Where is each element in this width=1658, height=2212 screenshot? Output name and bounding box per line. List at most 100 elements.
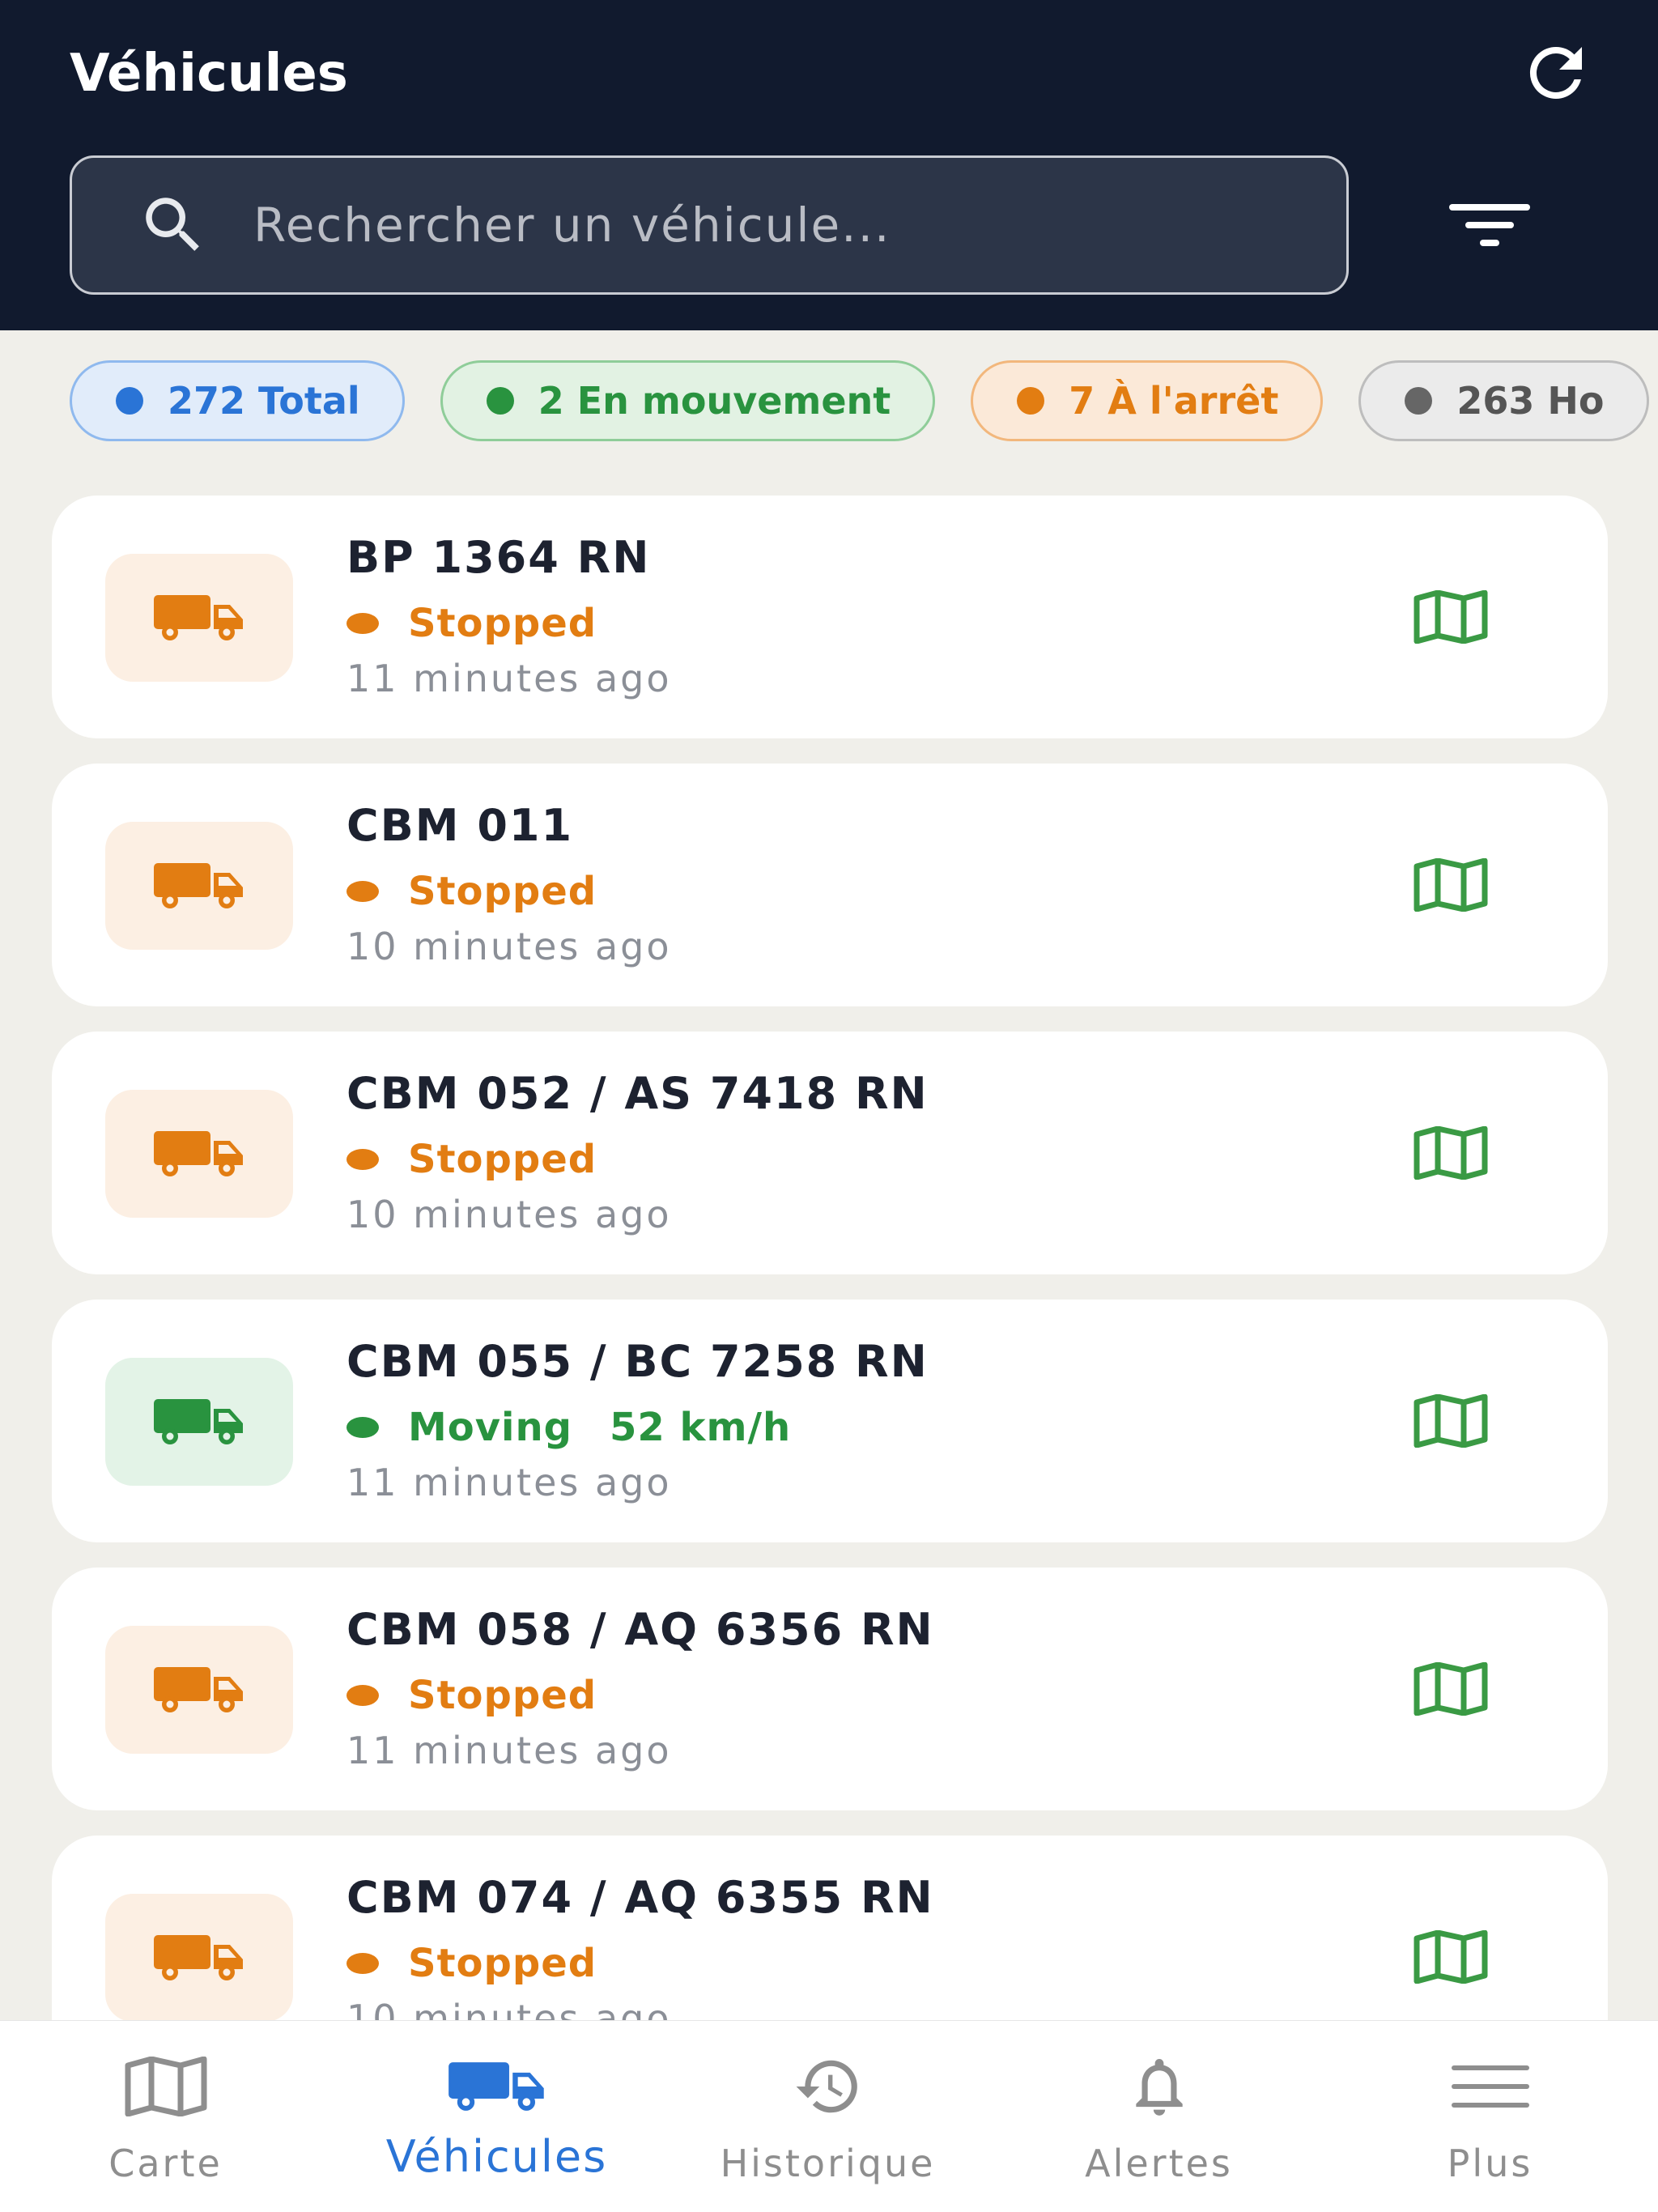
vehicle-card[interactable]: CBM 058 / AQ 6356 RN Stopped 11 minutes … — [52, 1568, 1608, 1810]
nav-item-carte[interactable]: Carte — [0, 2021, 331, 2212]
chip-offline[interactable]: 263 Ho — [1358, 360, 1649, 441]
map-icon — [1414, 858, 1488, 912]
vehicle-icon-box — [105, 822, 293, 950]
show-on-map-button[interactable] — [1402, 580, 1499, 654]
map-icon — [1414, 1394, 1488, 1448]
show-on-map-button[interactable] — [1402, 1652, 1499, 1726]
nav-label: Véhicules — [385, 2131, 608, 2182]
vehicle-card[interactable]: CBM 011 Stopped 10 minutes ago — [52, 764, 1608, 1006]
map-icon — [1414, 590, 1488, 644]
last-update-time: 11 minutes ago — [346, 1729, 672, 1772]
chip-stopped[interactable]: 7 À l'arrêt — [971, 360, 1324, 441]
show-on-map-button[interactable] — [1402, 1920, 1499, 1994]
last-update-time: 11 minutes ago — [346, 1461, 672, 1504]
map-icon — [1414, 1662, 1488, 1716]
last-update-time: 10 minutes ago — [346, 1997, 672, 2020]
vehicle-speed: 52 km/h — [610, 1405, 792, 1450]
dot-icon — [486, 387, 514, 415]
map-icon — [125, 2057, 206, 2116]
vehicle-card[interactable]: CBM 052 / AS 7418 RN Stopped 10 minutes … — [52, 1032, 1608, 1274]
filter-button[interactable] — [1441, 186, 1538, 264]
truck-icon — [448, 2062, 544, 2111]
vehicle-name: CBM 052 / AS 7418 RN — [346, 1068, 929, 1119]
vehicle-icon-box — [105, 1090, 293, 1218]
truck-icon — [154, 863, 243, 908]
chip-label: 7 À l'arrêt — [1069, 379, 1279, 423]
status-label: Stopped — [408, 601, 597, 646]
vehicle-icon-box — [105, 1626, 293, 1754]
show-on-map-button[interactable] — [1402, 848, 1499, 922]
vehicle-icon-box — [105, 1894, 293, 2020]
nav-item-vehicules[interactable]: Véhicules — [331, 2021, 662, 2212]
search-box[interactable] — [70, 155, 1349, 295]
vehicle-status: Stopped — [346, 1938, 597, 1989]
nav-item-alertes[interactable]: Alertes — [993, 2021, 1324, 2212]
vehicle-name: CBM 058 / AQ 6356 RN — [346, 1604, 934, 1655]
vehicle-name: CBM 074 / AQ 6355 RN — [346, 1872, 934, 1923]
last-update-time: 11 minutes ago — [346, 657, 672, 700]
show-on-map-button[interactable] — [1402, 1384, 1499, 1458]
status-label: Stopped — [408, 1673, 597, 1718]
refresh-button[interactable] — [1511, 36, 1601, 109]
filter-icon — [1449, 204, 1530, 246]
vehicle-card[interactable]: BP 1364 RN Stopped 11 minutes ago — [52, 496, 1608, 738]
vehicle-name: BP 1364 RN — [346, 532, 651, 583]
dot-icon — [1017, 387, 1045, 415]
status-label: Moving — [408, 1405, 573, 1450]
nav-label: Alertes — [1085, 2142, 1233, 2185]
vehicle-icon-box — [105, 554, 293, 682]
status-dot-icon — [346, 1953, 379, 1974]
dot-icon — [1405, 387, 1433, 415]
status-label: Stopped — [408, 869, 597, 914]
vehicle-card[interactable]: CBM 074 / AQ 6355 RN Stopped 10 minutes … — [52, 1836, 1608, 2020]
status-dot-icon — [346, 613, 379, 634]
menu-icon — [1451, 2065, 1529, 2108]
nav-item-plus[interactable]: Plus — [1324, 2021, 1656, 2212]
vehicle-status: Stopped — [346, 866, 597, 917]
truck-icon — [154, 1667, 243, 1712]
search-icon — [137, 189, 218, 262]
dot-icon — [116, 387, 143, 415]
vehicle-name: CBM 011 — [346, 800, 574, 851]
chip-label: 263 Ho — [1456, 379, 1605, 423]
bell-icon — [1135, 2058, 1183, 2116]
chip-moving[interactable]: 2 En mouvement — [440, 360, 936, 441]
vehicle-status: Moving 52 km/h — [346, 1402, 791, 1453]
status-dot-icon — [346, 1685, 379, 1706]
map-icon — [1414, 1930, 1488, 1984]
vehicle-name: CBM 055 / BC 7258 RN — [346, 1336, 929, 1387]
nav-label: Historique — [720, 2142, 936, 2185]
history-icon — [796, 2060, 857, 2113]
page-title: Véhicules — [70, 44, 348, 104]
truck-icon — [154, 1935, 243, 1980]
status-dot-icon — [346, 881, 379, 902]
truck-icon — [154, 1399, 243, 1444]
map-icon — [1414, 1126, 1488, 1180]
chip-label: 2 En mouvement — [538, 379, 891, 423]
app-header: Véhicules — [0, 0, 1658, 330]
refresh-icon — [1529, 46, 1582, 99]
vehicle-status: Stopped — [346, 1134, 597, 1185]
search-input[interactable] — [253, 158, 1346, 292]
chip-label: 272 Total — [168, 379, 360, 423]
chip-total[interactable]: 272 Total — [70, 360, 405, 441]
nav-label: Carte — [108, 2142, 223, 2185]
status-filter-chips: 272 Total 2 En mouvement 7 À l'arrêt 263… — [70, 360, 1658, 441]
vehicle-card[interactable]: CBM 055 / BC 7258 RN Moving 52 km/h 11 m… — [52, 1300, 1608, 1542]
vehicle-list: BP 1364 RN Stopped 11 minutes ago CBM 01… — [0, 496, 1658, 2020]
show-on-map-button[interactable] — [1402, 1116, 1499, 1190]
last-update-time: 10 minutes ago — [346, 925, 672, 968]
last-update-time: 10 minutes ago — [346, 1193, 672, 1236]
status-label: Stopped — [408, 1941, 597, 1986]
vehicle-status: Stopped — [346, 1670, 597, 1721]
bottom-navigation: Carte Véhicules Historique Alertes Plus — [0, 2020, 1658, 2212]
nav-label: Plus — [1447, 2142, 1533, 2185]
nav-item-historique[interactable]: Historique — [662, 2021, 993, 2212]
status-label: Stopped — [408, 1137, 597, 1182]
truck-icon — [154, 1131, 243, 1176]
truck-icon — [154, 595, 243, 640]
vehicle-icon-box — [105, 1358, 293, 1486]
status-dot-icon — [346, 1417, 379, 1438]
vehicle-status: Stopped — [346, 598, 597, 649]
status-dot-icon — [346, 1149, 379, 1170]
